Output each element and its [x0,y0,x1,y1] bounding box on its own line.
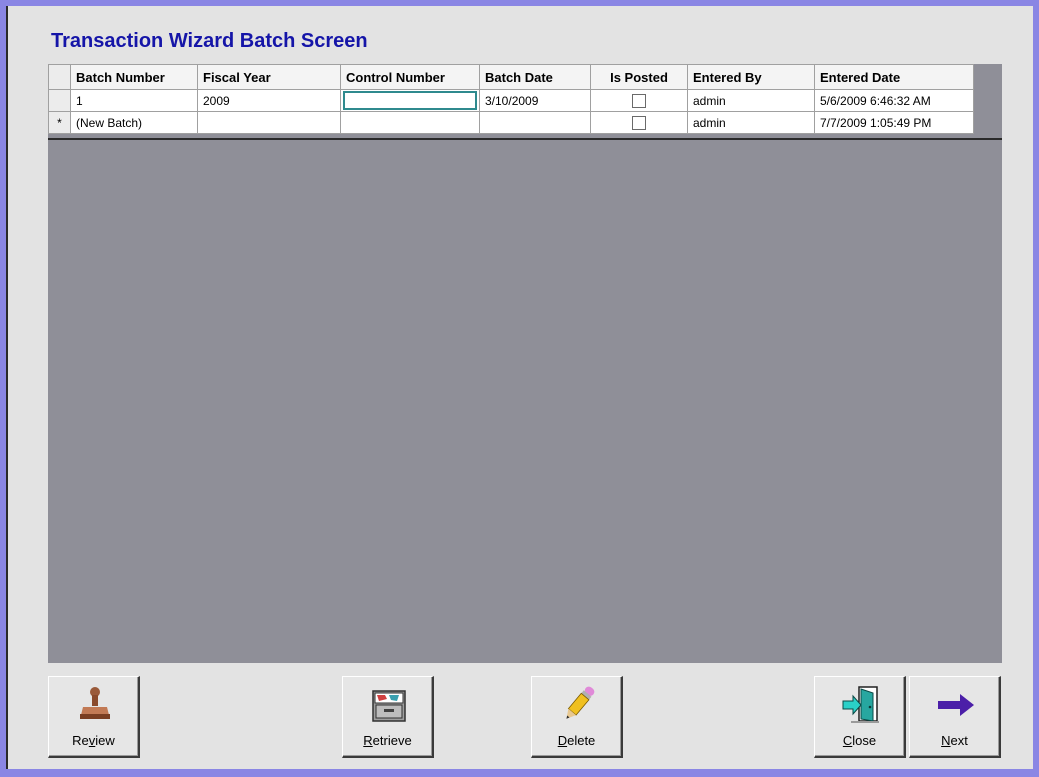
entered-date-cell[interactable]: 7/7/2009 1:05:49 PM [814,111,974,134]
row-selector-header[interactable] [48,64,71,90]
batch-number-cell[interactable]: (New Batch) [70,111,198,134]
batch-date-cell[interactable] [479,111,591,134]
is-posted-checkbox[interactable] [632,93,646,108]
column-header-entered-by[interactable]: Entered By [687,64,815,90]
control-number-cell[interactable] [340,89,480,112]
window-edge [6,6,8,769]
is-posted-cell[interactable] [590,89,688,112]
delete-button[interactable]: Delete [531,676,623,758]
header-row: Batch Number Fiscal Year Control Number … [48,64,974,90]
table-row-new[interactable]: * (New Batch) admin 7/7/2009 1:05:49 PM [48,111,974,134]
review-button[interactable]: Review [48,676,140,758]
new-row-marker[interactable]: * [48,111,71,134]
batch-grid[interactable]: Batch Number Fiscal Year Control Number … [48,64,1002,663]
delete-label: Delete [557,733,596,748]
exit-door-icon [842,686,879,723]
retrieve-label: Retrieve [363,733,412,748]
column-header-is-posted[interactable]: Is Posted [590,64,688,90]
column-header-fiscal-year[interactable]: Fiscal Year [197,64,341,90]
retrieve-button[interactable]: Retrieve [342,676,434,758]
arrow-right-icon [938,694,974,716]
row-selector[interactable] [48,89,71,112]
is-posted-cell[interactable] [590,111,688,134]
table-row[interactable]: 1 2009 3/10/2009 admin 5/6/2009 6:46:32 … [48,89,974,112]
close-button[interactable]: Close [814,676,906,758]
batch-table: Batch Number Fiscal Year Control Number … [48,64,974,134]
batch-date-cell[interactable]: 3/10/2009 [479,89,591,112]
next-label: Next [941,733,968,748]
fiscal-year-cell[interactable]: 2009 [197,89,341,112]
file-drawer-icon [372,690,406,722]
grid-divider [48,138,1002,140]
column-header-batch-number[interactable]: Batch Number [70,64,198,90]
entered-date-cell[interactable]: 5/6/2009 6:46:32 AM [814,89,974,112]
entered-by-cell[interactable]: admin [687,89,815,112]
column-header-batch-date[interactable]: Batch Date [479,64,591,90]
stamp-icon [80,687,110,719]
pencil-eraser-icon [566,686,595,719]
entered-by-cell[interactable]: admin [687,111,815,134]
control-number-cell[interactable] [340,111,480,134]
is-posted-checkbox[interactable] [632,115,646,130]
fiscal-year-cell[interactable] [197,111,341,134]
close-label: Close [842,733,877,748]
next-button[interactable]: Next [909,676,1001,758]
column-header-entered-date[interactable]: Entered Date [814,64,974,90]
page-title: Transaction Wizard Batch Screen [51,30,368,52]
review-label: Review [72,733,115,748]
control-number-input[interactable] [343,91,477,110]
batch-number-cell[interactable]: 1 [70,89,198,112]
column-header-control-number[interactable]: Control Number [340,64,480,90]
